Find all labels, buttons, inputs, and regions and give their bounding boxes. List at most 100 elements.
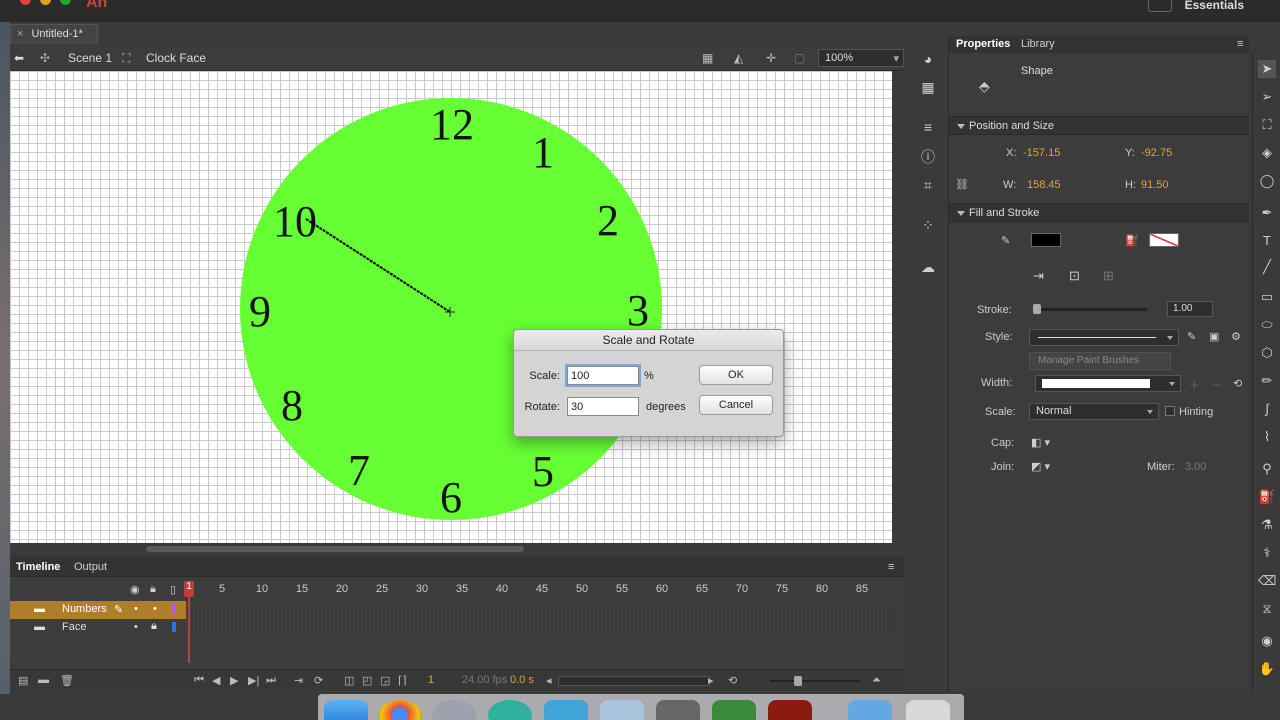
stroke-slider[interactable] [1033, 304, 1147, 314]
horizontal-scroll-thumb[interactable] [146, 546, 524, 552]
manage-paint-brushes-button[interactable]: Manage Paint Brushes [1029, 352, 1171, 370]
ruler-frame-80[interactable]: 80 [816, 583, 828, 595]
ink-bottle-tool-icon[interactable]: ⚗ [1258, 516, 1276, 534]
tab-output[interactable]: Output [74, 561, 107, 573]
center-frame-icon[interactable]: ⇥ [294, 674, 303, 687]
y-value[interactable]: -92.75 [1141, 147, 1172, 159]
timeline-size-icon[interactable]: ⏶ [872, 674, 881, 687]
launchpad-app-icon[interactable] [432, 700, 476, 720]
breadcrumb-scene[interactable]: Scene 1 [68, 51, 112, 65]
info-icon[interactable]: ⓘ [919, 148, 937, 166]
color-palette-icon[interactable]: ◕ [919, 50, 937, 68]
reset-zoom-icon[interactable]: ⟲ [728, 674, 737, 687]
lock-all-icon[interactable]: 🔒︎ [150, 583, 156, 596]
frame-grid[interactable] [186, 601, 890, 637]
transform-icon[interactable]: ⌗ [919, 176, 937, 194]
scroll-left-icon[interactable]: ◂ [546, 674, 552, 687]
ok-button[interactable]: OK [699, 365, 773, 385]
scale-select[interactable]: Normal [1029, 403, 1159, 420]
outline-icon[interactable]: ▯ [170, 583, 176, 596]
step-forward-icon[interactable]: ▶| [248, 674, 259, 687]
reset-width-icon[interactable]: ⟲ [1233, 377, 1242, 390]
fill-color-swatch[interactable] [1149, 233, 1179, 247]
free-transform-tool-icon[interactable]: ⛶ [1258, 116, 1276, 134]
minimize-window-button[interactable] [40, 0, 51, 5]
polystar-tool-icon[interactable]: ⬡ [1258, 344, 1276, 362]
eyedropper-tool-icon[interactable]: ⚕ [1258, 544, 1276, 562]
sync-icon[interactable] [1148, 0, 1172, 12]
tab-timeline[interactable]: Timeline [16, 561, 60, 573]
pencil-tool-icon[interactable]: ✏ [1258, 372, 1276, 390]
step-back-icon[interactable]: ◀ [212, 674, 220, 687]
stage-canvas[interactable]: 12 1 2 3 5 6 7 8 9 10 [10, 71, 892, 543]
ruler-frame-15[interactable]: 15 [296, 583, 308, 595]
snap-icon[interactable]: ▢ [794, 51, 805, 65]
hinting-checkbox[interactable] [1165, 406, 1175, 416]
w-value[interactable]: 158.45 [1027, 179, 1061, 191]
ruler-frame-45[interactable]: 45 [536, 583, 548, 595]
creative-cloud-icon[interactable]: ☁ [919, 258, 937, 276]
maps-app-icon[interactable] [488, 700, 532, 720]
onion-skin-icon[interactable]: ◫ [344, 674, 354, 687]
stage-horizontal-scrollbar[interactable] [10, 543, 892, 555]
layer-face-lock-icon[interactable]: 🔒︎ [151, 620, 157, 633]
ruler-frame-60[interactable]: 60 [656, 583, 668, 595]
ruler-frame-20[interactable]: 20 [336, 583, 348, 595]
animate-app-icon[interactable] [768, 700, 812, 720]
align-icon[interactable]: ≡ [919, 118, 937, 136]
printer-app-icon[interactable] [656, 700, 700, 720]
show-hide-icon[interactable]: ◉ [130, 583, 140, 596]
delete-layer-icon[interactable]: 🗑︎ [60, 674, 74, 687]
last-frame-icon[interactable]: ⏭ [266, 674, 276, 687]
ruler-frame-55[interactable]: 55 [616, 583, 628, 595]
layer-face-outline-icon[interactable] [172, 622, 176, 632]
cancel-button[interactable]: Cancel [699, 395, 773, 415]
clock-face-circle[interactable] [240, 98, 662, 520]
preview-app-icon[interactable] [600, 700, 644, 720]
dreamweaver-app-icon[interactable] [712, 700, 756, 720]
ruler-frame-40[interactable]: 40 [496, 583, 508, 595]
stroke-settings-icon[interactable]: ⚙ [1231, 330, 1241, 343]
timeline-menu-icon[interactable]: ≡ [888, 561, 894, 573]
rectangle-tool-icon[interactable]: ▭ [1258, 288, 1276, 306]
scroll-right-icon[interactable]: ▸ [708, 674, 714, 687]
ruler-frame-35[interactable]: 35 [456, 583, 468, 595]
oval-tool-icon[interactable]: ⬭ [1258, 316, 1276, 334]
layer-numbers[interactable]: ▬ Numbers ✎ • • [10, 601, 186, 619]
selection-tool-icon[interactable]: ➤ [1258, 60, 1276, 78]
text-tool-icon[interactable]: T [1258, 232, 1276, 250]
edit-multiple-icon[interactable]: ◲ [380, 674, 390, 687]
close-tab-icon[interactable]: × [17, 28, 23, 40]
lock-proportions-icon[interactable]: ⛓ [955, 178, 969, 191]
ruler-frame-10[interactable]: 10 [256, 583, 268, 595]
stroke-slider-thumb[interactable] [1033, 304, 1041, 314]
close-window-button[interactable] [20, 0, 31, 5]
new-folder-icon[interactable]: ▬ [38, 674, 49, 686]
current-frame[interactable]: 1 [428, 674, 434, 686]
zoom-select[interactable]: 100% ▾ [818, 49, 904, 67]
clock-face-drawing[interactable]: 12 1 2 3 5 6 7 8 9 10 [10, 71, 892, 543]
line-tool-icon[interactable]: ╱ [1258, 258, 1276, 276]
brush-tool-icon[interactable]: ⌇ [1258, 428, 1276, 446]
position-size-header[interactable]: Position and Size [949, 116, 1249, 135]
zoom-slider-thumb[interactable] [794, 676, 802, 686]
rotate-input[interactable] [567, 397, 639, 416]
cap-select[interactable]: ◧ ▾ [1031, 436, 1050, 449]
ruler-frame-70[interactable]: 70 [736, 583, 748, 595]
eraser-tool-icon[interactable]: ⌫ [1258, 572, 1276, 590]
ruler-frame-50[interactable]: 50 [576, 583, 588, 595]
miter-value[interactable]: 3.00 [1185, 461, 1206, 473]
layer-numbers-visible-icon[interactable]: • [134, 603, 138, 615]
frame-rate[interactable]: 24.00 fps [462, 674, 507, 686]
stage-vertical-scrollbar[interactable] [892, 71, 904, 543]
first-frame-icon[interactable]: ⏮ [194, 674, 204, 687]
tab-properties[interactable]: Properties [956, 38, 1010, 50]
join-select[interactable]: ◩ ▾ [1031, 460, 1050, 473]
ruler-frame-30[interactable]: 30 [416, 583, 428, 595]
back-arrow-icon[interactable]: ⬅ [14, 51, 24, 65]
modify-markers-icon[interactable]: ⌈⌉ [398, 674, 407, 687]
scale-input[interactable] [567, 366, 639, 385]
layer-numbers-outline-icon[interactable] [172, 604, 176, 614]
3d-rotation-tool-icon[interactable]: ◈ [1258, 144, 1276, 162]
stroke-style-select[interactable] [1029, 329, 1179, 346]
